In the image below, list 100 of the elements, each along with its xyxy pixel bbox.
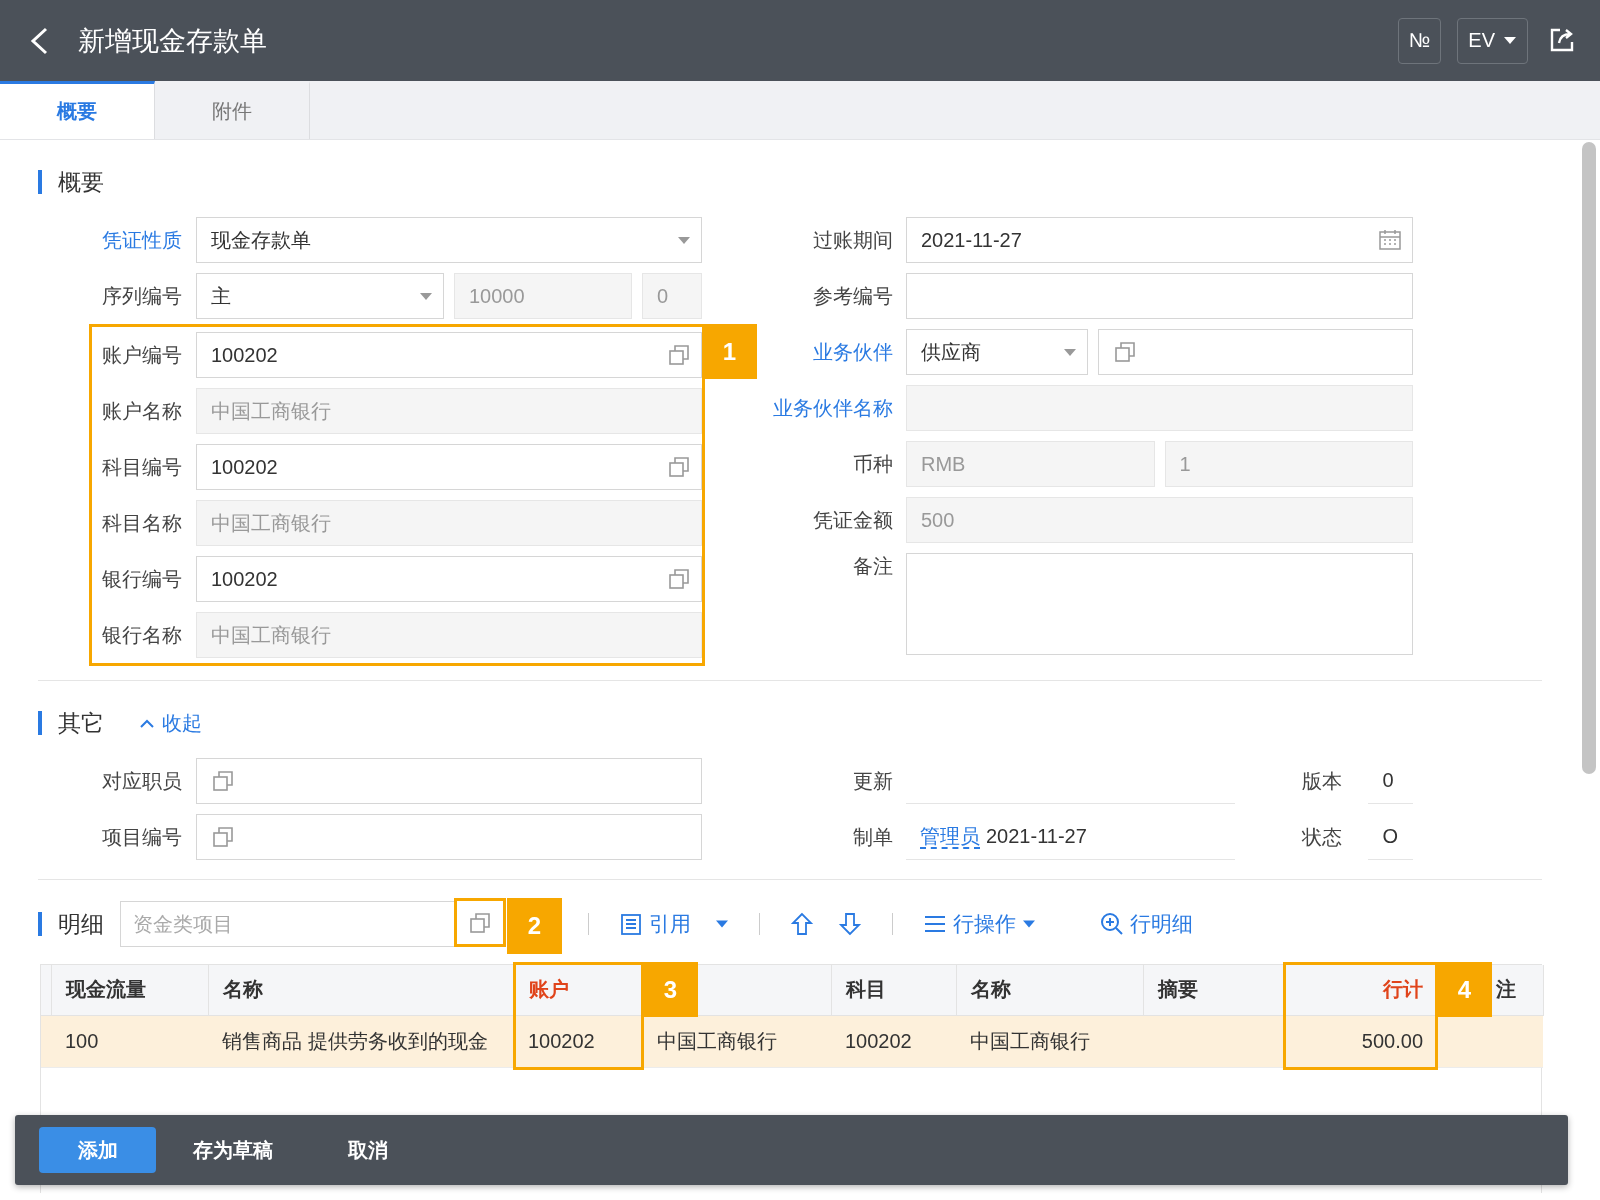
- add-button[interactable]: 添加: [39, 1127, 156, 1173]
- user-link[interactable]: 管理员: [920, 824, 980, 849]
- readonly-field[interactable]: 1: [1164, 441, 1413, 487]
- column-header: 注: [1495, 978, 1516, 1001]
- field-label-link[interactable]: 业务伙伴: [813, 338, 893, 366]
- tab[interactable]: 概要: [0, 81, 155, 139]
- column-header: 科目: [845, 978, 886, 1001]
- action-button[interactable]: 存为草稿: [174, 1127, 291, 1173]
- select-field[interactable]: 主: [196, 273, 444, 319]
- field-label: 项目编号: [102, 824, 182, 850]
- arrow-up-icon: [790, 912, 814, 936]
- copy-icon: [1113, 340, 1137, 364]
- readonly-field[interactable]: 中国工商银行: [196, 612, 702, 658]
- callout-badge: 1: [702, 324, 757, 379]
- column-header: 名称: [222, 978, 263, 1001]
- table-cell: 100: [51, 1015, 208, 1067]
- date-text: 2021-11-27: [986, 825, 1087, 848]
- dropdown-button[interactable]: EV: [1457, 17, 1528, 64]
- readonly-field[interactable]: 0: [642, 273, 702, 319]
- field-label: 备注: [853, 554, 893, 579]
- value-line: 0: [1368, 758, 1413, 804]
- readonly-field[interactable]: 10000: [454, 273, 632, 319]
- copy-icon: [468, 910, 492, 935]
- lookup-field[interactable]: [196, 814, 702, 860]
- callout-badge: 3: [643, 962, 698, 1017]
- zoom-in-icon: [1100, 912, 1124, 936]
- select-field[interactable]: 现金存款单: [196, 217, 702, 263]
- readonly-field[interactable]: [906, 385, 1413, 431]
- scrollbar-thumb[interactable]: [1582, 142, 1596, 774]
- table-cell: 中国工商银行: [643, 1015, 831, 1067]
- lookup-field[interactable]: 100202: [196, 332, 702, 378]
- copy-icon: [667, 455, 691, 479]
- table-cell: 100202: [514, 1015, 643, 1067]
- caret-icon: [677, 235, 691, 245]
- section-title: 明细: [38, 912, 104, 936]
- field-label: 科目名称: [102, 510, 182, 536]
- quote-button[interactable]: 引用: [607, 910, 703, 938]
- select-field[interactable]: 供应商: [906, 329, 1088, 375]
- back-icon[interactable]: [28, 25, 50, 56]
- field-label: 制单: [852, 824, 893, 850]
- callout-badge: 2: [507, 898, 562, 954]
- table-cell: 销售商品 提供劳务收到的现金: [208, 1015, 514, 1067]
- column-header: 摘要: [1157, 978, 1198, 1001]
- column-header: 名称: [970, 978, 1011, 1001]
- page-title: 新增现金存款单: [78, 24, 268, 58]
- field-label: 科目编号: [102, 454, 182, 480]
- value-line: O: [1368, 814, 1413, 860]
- field-label: 账户名称: [102, 398, 182, 424]
- arrow-down-icon: [838, 912, 862, 936]
- readonly-field[interactable]: 500: [906, 497, 1413, 543]
- column-header: 行计: [1382, 978, 1423, 1001]
- field-label: 银行编号: [102, 566, 182, 592]
- copy-icon: [667, 567, 691, 591]
- callout-badge: 4: [1437, 962, 1492, 1017]
- table-cell: 500.00: [1284, 1015, 1437, 1067]
- copy-icon: [667, 343, 691, 367]
- caret-icon: [1063, 347, 1077, 357]
- section-title: 概要: [38, 170, 104, 194]
- date-field[interactable]: 2021-11-27: [906, 217, 1413, 263]
- copy-icon: [211, 769, 235, 793]
- search-field[interactable]: 资金类项目: [120, 901, 454, 947]
- list-icon: [619, 912, 643, 936]
- section-title: 其它: [38, 711, 104, 735]
- caret-icon: [715, 919, 729, 929]
- readonly-field[interactable]: RMB: [906, 441, 1155, 487]
- caret-icon: [1022, 919, 1036, 929]
- field-label: 币种: [853, 451, 893, 477]
- field-label: 对应职员: [102, 768, 182, 794]
- text-area[interactable]: [906, 553, 1413, 655]
- table-cell: 中国工商银行: [956, 1015, 1143, 1067]
- field-label: 参考编号: [813, 283, 893, 309]
- collapse-toggle[interactable]: 收起: [134, 708, 208, 738]
- field-label-link[interactable]: 凭证性质: [102, 226, 182, 254]
- caret-icon: [1503, 36, 1517, 45]
- field-label-link[interactable]: 业务伙伴名称: [773, 394, 893, 422]
- lookup-button[interactable]: [454, 898, 506, 947]
- row-detail-button[interactable]: 行明细: [1088, 910, 1205, 938]
- readonly-field[interactable]: 中国工商银行: [196, 500, 702, 546]
- table-cell: 100202: [831, 1015, 956, 1067]
- column-header: 现金流量: [65, 978, 146, 1001]
- action-button[interactable]: 取消: [309, 1127, 426, 1173]
- readonly-field[interactable]: 中国工商银行: [196, 388, 702, 434]
- field-label: 状态: [1301, 824, 1343, 850]
- input-field[interactable]: [906, 273, 1413, 319]
- row-actions-button[interactable]: 行操作: [911, 910, 1048, 938]
- lookup-field[interactable]: 100202: [196, 444, 702, 490]
- lookup-field[interactable]: [196, 758, 702, 804]
- field-label: 更新: [852, 768, 893, 794]
- number-button[interactable]: №: [1397, 17, 1442, 64]
- field-label: 序列编号: [102, 283, 182, 309]
- field-label: 账户编号: [102, 342, 182, 368]
- field-label: 过账期间: [813, 227, 893, 253]
- field-label: 版本: [1301, 768, 1343, 794]
- calendar-icon: [1378, 228, 1402, 252]
- field-label: 银行名称: [102, 622, 182, 648]
- lookup-field[interactable]: 100202: [196, 556, 702, 602]
- column-header: 账户: [528, 978, 569, 1001]
- lookup-field[interactable]: [1098, 329, 1413, 375]
- copy-icon: [211, 825, 235, 849]
- caret-icon: [419, 291, 433, 301]
